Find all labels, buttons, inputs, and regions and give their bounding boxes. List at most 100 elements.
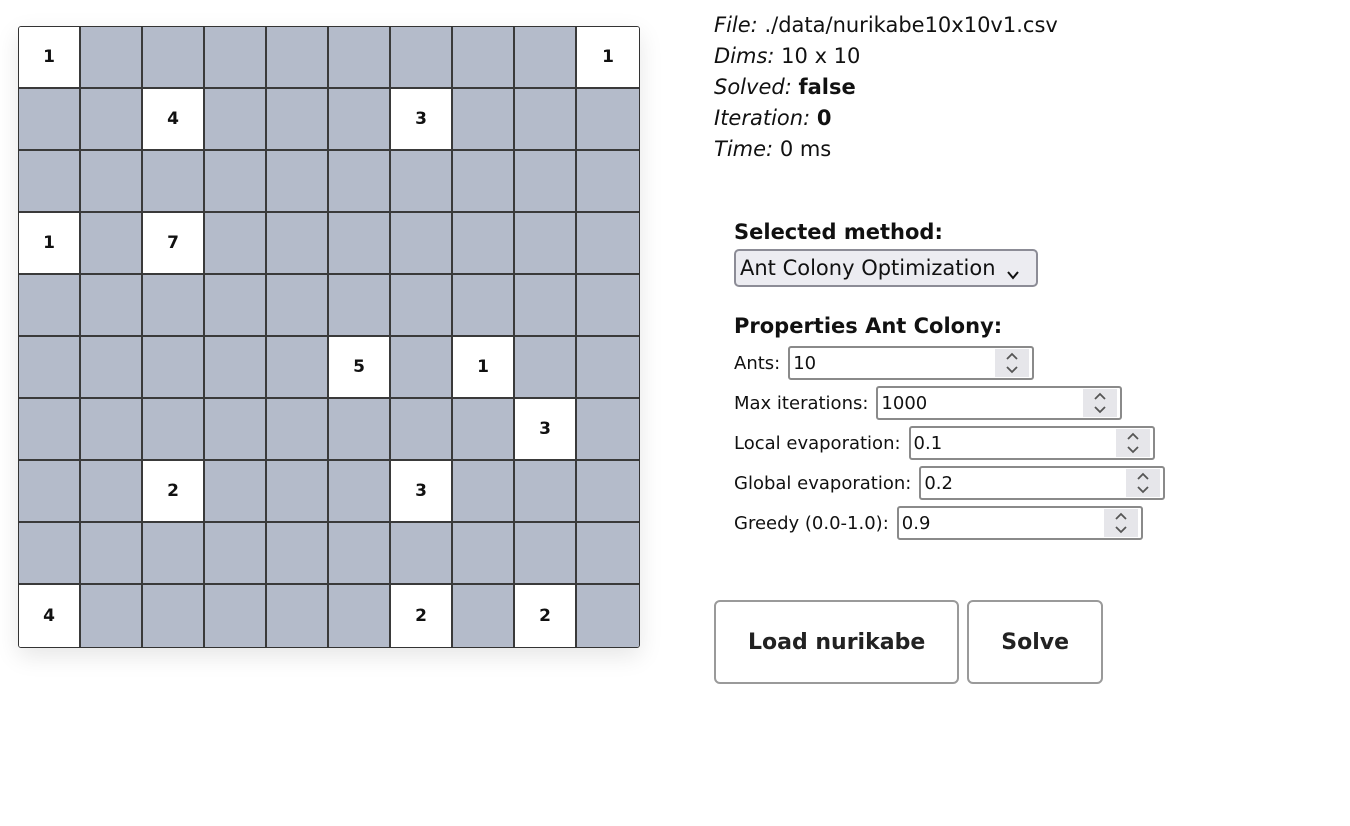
max-iterations-input[interactable]: 1000 [876,386,1123,420]
board-cell[interactable] [515,213,577,275]
board-cell[interactable] [329,151,391,213]
board-cell[interactable] [453,213,515,275]
board-cell[interactable] [19,523,81,585]
board-cell[interactable] [577,523,639,585]
board-cell[interactable] [81,337,143,399]
board-cell[interactable] [267,337,329,399]
board-cell[interactable] [453,27,515,89]
method-select[interactable]: Ant Colony Optimization [734,249,1038,287]
load-nurikabe-button[interactable]: Load nurikabe [714,600,960,684]
board-cell[interactable] [267,399,329,461]
global-evaporation-input[interactable]: 0.2 [919,466,1166,500]
board-cell[interactable] [391,523,453,585]
board-cell[interactable] [19,89,81,151]
board-cell[interactable] [453,523,515,585]
board-cell[interactable] [81,27,143,89]
board-cell[interactable] [577,461,639,523]
board-cell[interactable] [515,27,577,89]
board-cell[interactable] [391,275,453,337]
local-evaporation-value[interactable]: 0.1 [911,433,1116,454]
board-cell[interactable] [81,399,143,461]
board-cell[interactable] [267,89,329,151]
spinner-icon[interactable] [1103,509,1138,537]
board-cell[interactable] [577,337,639,399]
board-cell[interactable] [81,213,143,275]
global-evaporation-value[interactable]: 0.2 [921,473,1126,494]
numbered-cell[interactable]: 3 [515,399,577,461]
board-cell[interactable] [453,151,515,213]
board-cell[interactable] [453,399,515,461]
numbered-cell[interactable]: 1 [577,27,639,89]
board-cell[interactable] [453,275,515,337]
board-cell[interactable] [205,461,267,523]
board-cell[interactable] [577,89,639,151]
numbered-cell[interactable]: 1 [453,337,515,399]
board-cell[interactable] [205,89,267,151]
board-cell[interactable] [329,461,391,523]
numbered-cell[interactable]: 3 [391,89,453,151]
board-cell[interactable] [205,399,267,461]
spinner-icon[interactable] [1083,389,1118,417]
numbered-cell[interactable]: 3 [391,461,453,523]
max-iterations-value[interactable]: 1000 [878,393,1083,414]
board-cell[interactable] [577,399,639,461]
board-cell[interactable] [453,461,515,523]
board-cell[interactable] [329,27,391,89]
board-cell[interactable] [329,275,391,337]
board-cell[interactable] [267,27,329,89]
board-cell[interactable] [205,151,267,213]
board-cell[interactable] [205,27,267,89]
board-cell[interactable] [515,151,577,213]
numbered-cell[interactable]: 2 [391,585,453,647]
board-cell[interactable] [19,151,81,213]
board-cell[interactable] [329,399,391,461]
numbered-cell[interactable]: 4 [19,585,81,647]
board-cell[interactable] [515,89,577,151]
board-cell[interactable] [81,89,143,151]
numbered-cell[interactable]: 7 [143,213,205,275]
board-cell[interactable] [143,151,205,213]
board-cell[interactable] [143,523,205,585]
board-cell[interactable] [143,337,205,399]
board-cell[interactable] [577,275,639,337]
board-cell[interactable] [81,275,143,337]
board-cell[interactable] [19,337,81,399]
board-cell[interactable] [143,399,205,461]
board-cell[interactable] [205,213,267,275]
board-cell[interactable] [391,213,453,275]
board-cell[interactable] [143,585,205,647]
local-evaporation-input[interactable]: 0.1 [908,426,1155,460]
ants-value[interactable]: 10 [790,353,995,374]
numbered-cell[interactable]: 5 [329,337,391,399]
numbered-cell[interactable]: 4 [143,89,205,151]
board-cell[interactable] [391,151,453,213]
greedy-input[interactable]: 0.9 [896,506,1143,540]
board-cell[interactable] [577,585,639,647]
board-cell[interactable] [515,337,577,399]
board-cell[interactable] [143,275,205,337]
board-cell[interactable] [267,523,329,585]
board-cell[interactable] [81,585,143,647]
board-cell[interactable] [81,523,143,585]
numbered-cell[interactable]: 2 [515,585,577,647]
board-cell[interactable] [205,523,267,585]
board-cell[interactable] [143,27,205,89]
board-cell[interactable] [267,585,329,647]
board-cell[interactable] [81,461,143,523]
greedy-value[interactable]: 0.9 [899,513,1104,534]
board-cell[interactable] [205,585,267,647]
board-cell[interactable] [81,151,143,213]
board-cell[interactable] [19,399,81,461]
numbered-cell[interactable]: 1 [19,213,81,275]
board-cell[interactable] [329,213,391,275]
board-cell[interactable] [205,275,267,337]
board-cell[interactable] [391,399,453,461]
board-cell[interactable] [515,523,577,585]
board-cell[interactable] [453,585,515,647]
board-cell[interactable] [329,585,391,647]
solve-button[interactable]: Solve [967,600,1104,684]
board-cell[interactable] [19,461,81,523]
board-cell[interactable] [329,89,391,151]
board-cell[interactable] [515,461,577,523]
board-cell[interactable] [391,337,453,399]
